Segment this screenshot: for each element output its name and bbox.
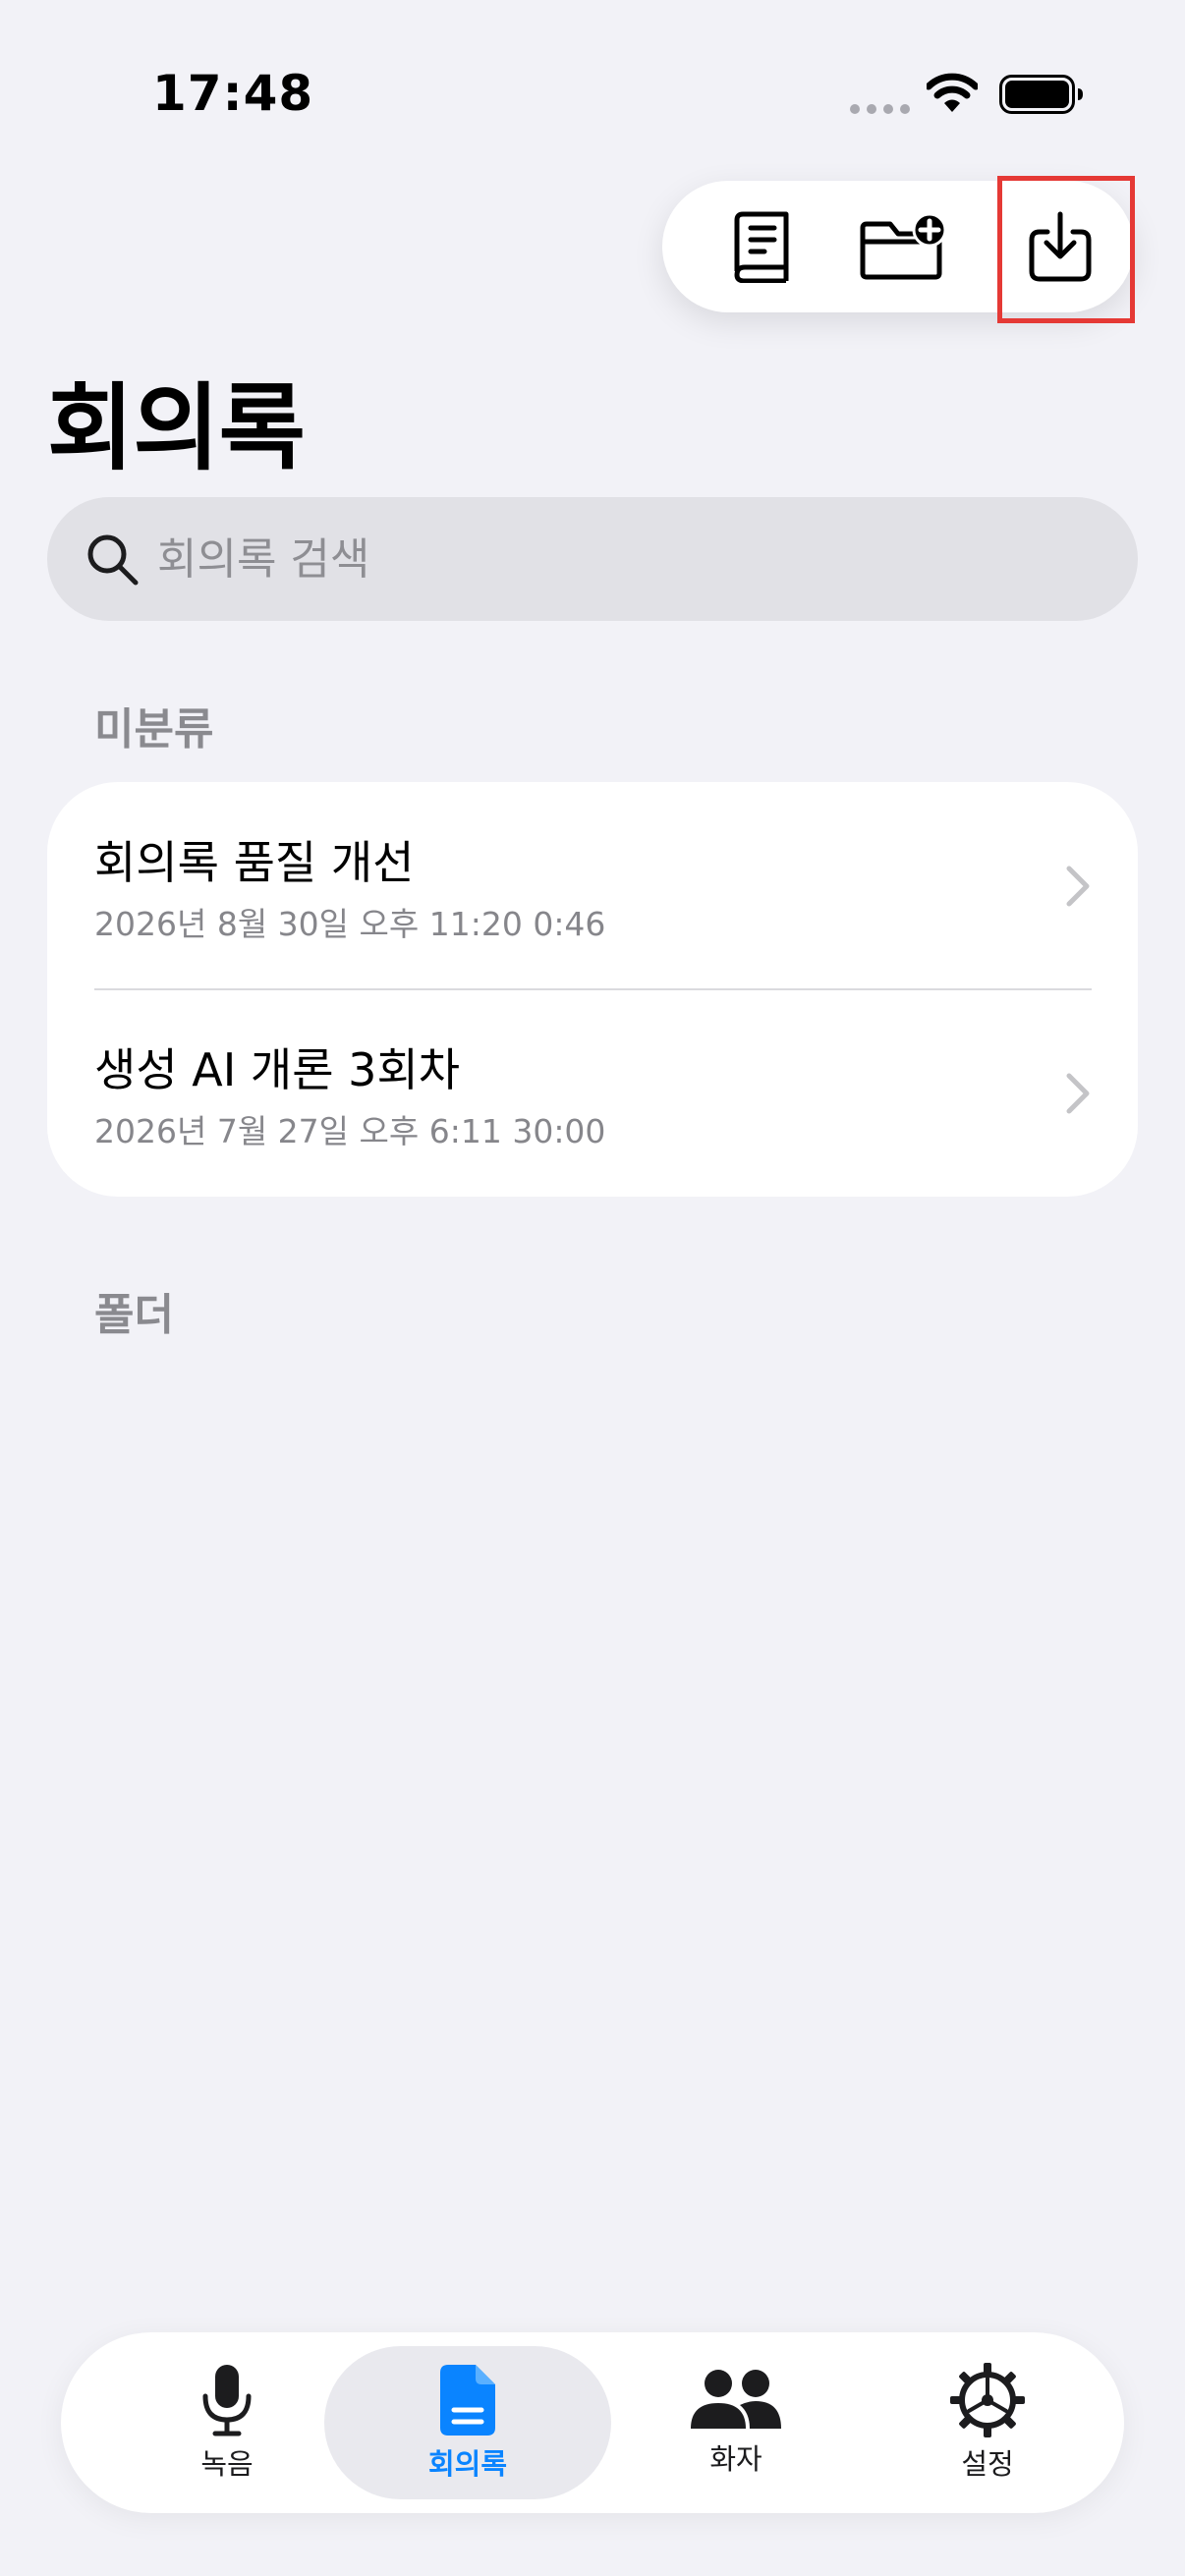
section-header-folders: 폴더 [94,1290,174,1340]
chevron-right-icon [1066,866,1090,907]
tab-settings[interactable]: 설정 [882,2332,1093,2513]
section-header-uncategorized: 미분류 [94,704,214,755]
recording-list: 회의록 품질 개선 2026년 8월 30일 오후 11:20 0:46 생성 … [47,782,1138,1197]
list-item[interactable]: 생성 AI 개론 3회차 2026년 7월 27일 오후 6:11 30:00 [47,989,1138,1197]
wifi-icon [927,73,978,112]
tab-label: 화자 [709,2442,762,2476]
tab-label: 회의록 [427,2447,508,2481]
dictionary-button[interactable] [688,181,835,312]
gear-icon [950,2363,1025,2437]
search-bar[interactable] [47,497,1138,621]
cellular-signal-icon [850,104,910,114]
book-icon [734,211,789,283]
status-time: 17:48 [152,65,314,122]
tab-label: 설정 [961,2447,1014,2481]
tab-speakers[interactable]: 화자 [631,2332,841,2513]
search-input[interactable] [157,533,1042,585]
tab-bar: 녹음 회의록 화자 설정 [61,2332,1124,2513]
list-item[interactable]: 회의록 품질 개선 2026년 8월 30일 오후 11:20 0:46 [47,782,1138,990]
search-icon [87,534,139,586]
recording-subtitle: 2026년 7월 27일 오후 6:11 30:00 [94,1112,606,1150]
recording-title: 회의록 품질 개선 [94,836,415,889]
folder-add-icon [860,212,947,280]
people-icon [691,2370,781,2429]
page-title: 회의록 [47,373,306,483]
recording-subtitle: 2026년 8월 30일 오후 11:20 0:46 [94,905,606,943]
tab-label: 녹음 [200,2447,254,2481]
tab-meeting-notes[interactable]: 회의록 [362,2332,574,2513]
recording-title: 생성 AI 개론 3회차 [94,1043,461,1096]
document-icon [440,2365,495,2436]
import-button-highlight [997,176,1135,323]
tab-record[interactable]: 녹음 [122,2332,332,2513]
microphone-icon [202,2365,252,2436]
chevron-right-icon [1066,1073,1090,1114]
battery-icon [999,75,1083,114]
new-folder-button[interactable] [831,181,979,312]
